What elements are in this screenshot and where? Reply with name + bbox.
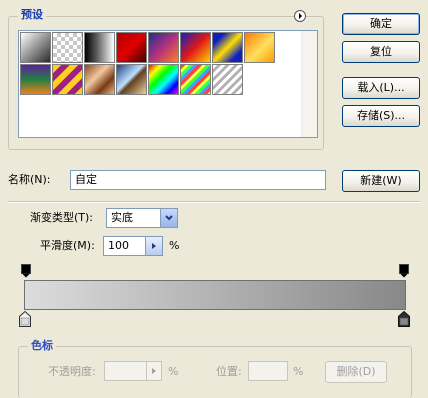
opacity-stop-left[interactable]: [21, 264, 31, 278]
delete-button[interactable]: 删除(D): [325, 361, 387, 383]
chrome-swatch[interactable]: [116, 64, 147, 95]
chevron-down-icon: [165, 215, 173, 221]
location-label: 位置:: [216, 365, 242, 378]
opacity-slider-button[interactable]: [146, 362, 161, 380]
name-label: 名称(N):: [8, 173, 51, 186]
red-dark-swatch[interactable]: [116, 32, 147, 63]
arrow-right-icon: [152, 243, 156, 249]
smoothness-unit: %: [169, 239, 180, 252]
gradient-bar[interactable]: [24, 280, 406, 310]
transparent-rainbow-swatch[interactable]: [180, 64, 211, 95]
violet-orange-swatch[interactable]: [148, 32, 179, 63]
smoothness-slider-button[interactable]: [145, 237, 162, 255]
black-white-swatch[interactable]: [20, 32, 51, 63]
color-stops-title: 色标: [28, 339, 56, 352]
opacity-input[interactable]: [104, 361, 162, 381]
presets-title: 预设: [18, 8, 46, 21]
name-input[interactable]: 自定: [70, 170, 326, 190]
blue-red-yellow-swatch[interactable]: [180, 32, 211, 63]
opacity-stop-icon: [21, 264, 31, 278]
copper-swatch[interactable]: [84, 64, 115, 95]
gradient-type-select[interactable]: 实底: [106, 208, 178, 228]
dropdown-button[interactable]: [160, 209, 177, 227]
opacity-label: 不透明度:: [48, 365, 96, 378]
presets-list[interactable]: [18, 30, 318, 138]
separator: [8, 201, 420, 203]
arrow-right-icon: [152, 368, 156, 374]
ok-button[interactable]: 确定: [342, 13, 420, 35]
reset-button[interactable]: 复位: [342, 41, 420, 63]
smoothness-input[interactable]: 100: [103, 236, 163, 256]
color-stop-icon: [398, 310, 410, 327]
transparent-stripes-swatch[interactable]: [212, 64, 243, 95]
smoothness-label: 平滑度(M):: [40, 239, 95, 252]
presets-scrollbar[interactable]: [301, 31, 317, 137]
checker-transparent-swatch[interactable]: [52, 32, 83, 63]
orange-yellow-swatch[interactable]: [244, 32, 275, 63]
opacity-stop-icon: [399, 264, 409, 278]
black-white-horizontal-swatch[interactable]: [84, 32, 115, 63]
save-button[interactable]: 存储(S)...: [342, 105, 420, 127]
color-stop-icon: [19, 310, 31, 327]
blue-yellow-blue-swatch[interactable]: [212, 32, 243, 63]
color-stop-right[interactable]: [398, 310, 410, 327]
color-stop-left[interactable]: [19, 310, 31, 327]
spectrum-swatch[interactable]: [148, 64, 179, 95]
smoothness-value: 100: [108, 239, 129, 252]
opacity-stop-right[interactable]: [399, 264, 409, 278]
yellow-violet-stripes-swatch[interactable]: [52, 64, 83, 95]
presets-menu-button[interactable]: [294, 10, 306, 22]
gradient-type-value: 实底: [111, 211, 133, 224]
location-input[interactable]: [248, 361, 288, 381]
gradient-type-label: 渐变类型(T):: [30, 211, 94, 224]
new-button[interactable]: 新建(W): [342, 170, 420, 192]
location-unit: %: [293, 365, 304, 378]
arrow-right-icon: [299, 13, 302, 19]
violet-green-orange-swatch[interactable]: [20, 64, 51, 95]
opacity-unit: %: [168, 365, 179, 378]
load-button[interactable]: 载入(L)...: [342, 77, 420, 99]
